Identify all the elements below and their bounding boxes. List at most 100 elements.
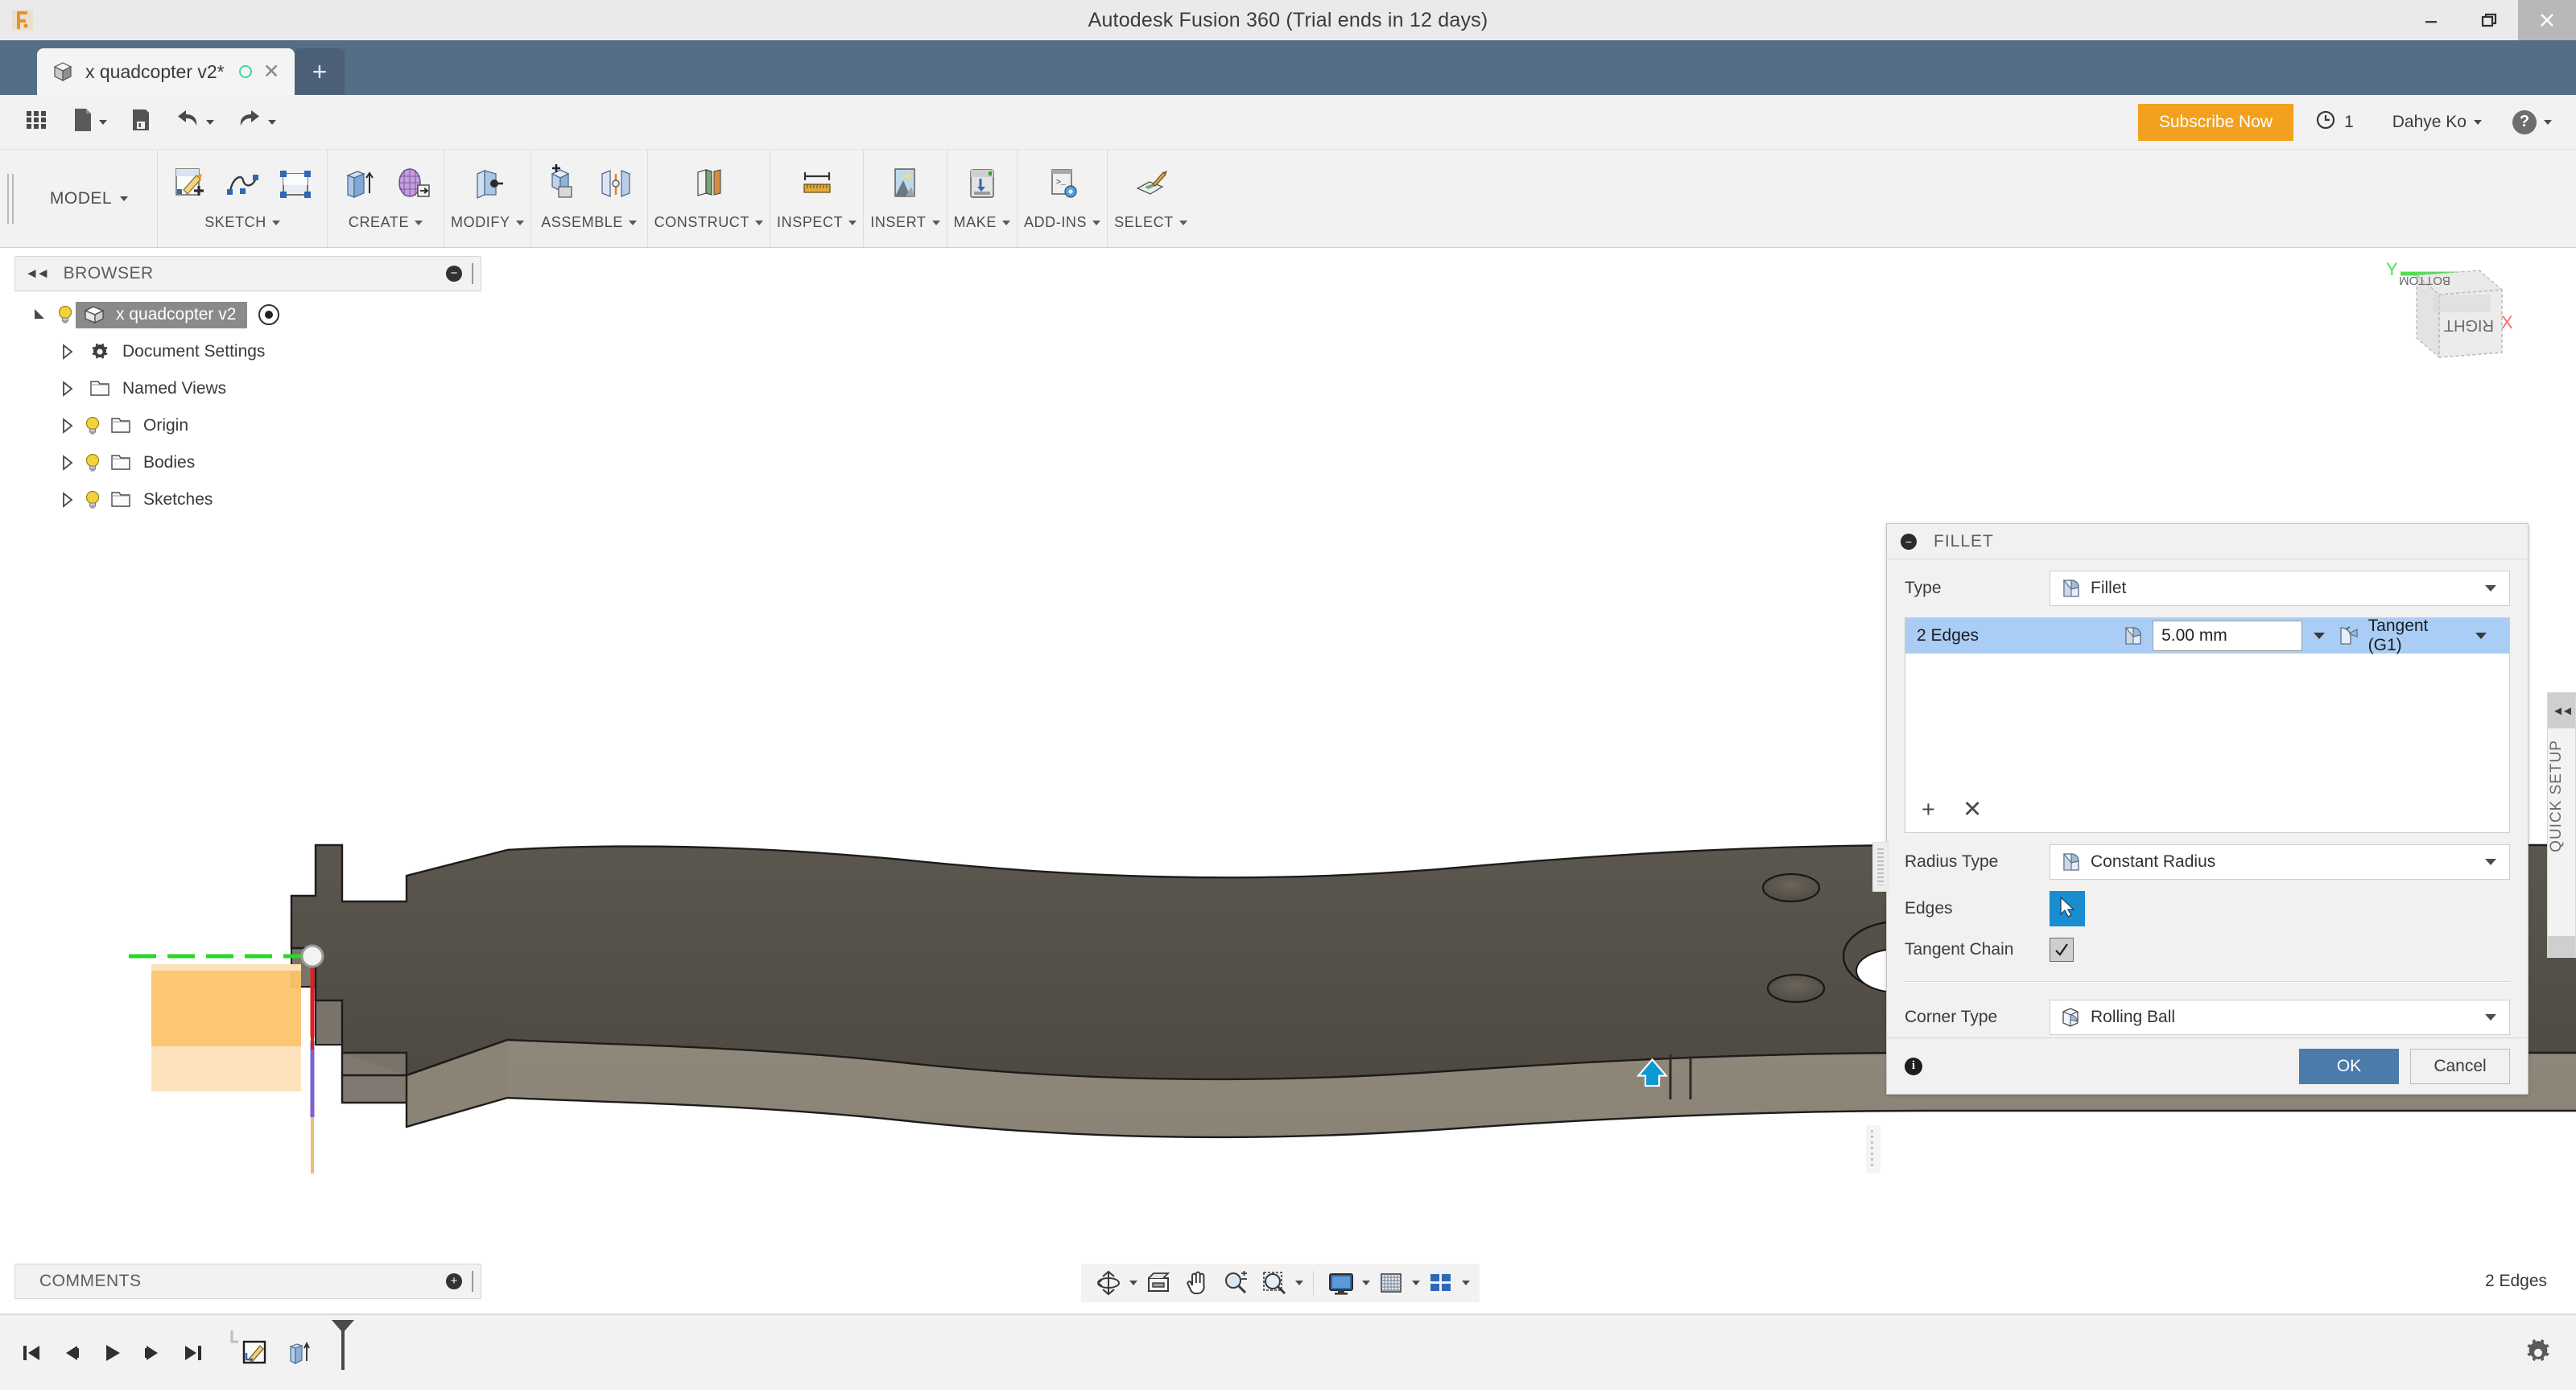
visibility-bulb-icon[interactable]	[82, 452, 103, 474]
radius-type-select[interactable]: Constant Radius	[2050, 844, 2510, 880]
measure-icon[interactable]	[792, 159, 842, 209]
ribbon-group-label-addins[interactable]: ADD-INS	[1024, 214, 1101, 234]
panel-resize-grip[interactable]	[472, 1271, 474, 1292]
fillet-selection-list[interactable]: 2 Edges 5.00 mm Tangent (G1) + ✕	[1905, 617, 2510, 833]
chevron-down-icon[interactable]	[1412, 1281, 1420, 1285]
info-icon[interactable]: i	[1905, 1057, 1922, 1075]
user-menu[interactable]: Dahye Ko	[2375, 113, 2500, 132]
select-paint-icon[interactable]	[1125, 159, 1175, 209]
subscribe-now-button[interactable]: Subscribe Now	[2137, 103, 2294, 141]
expand-arrow-icon[interactable]	[53, 343, 82, 361]
continuity-dropdown-chevron-icon[interactable]	[2475, 633, 2487, 639]
radius-dropdown-chevron-icon[interactable]	[2313, 633, 2325, 639]
display-icon[interactable]	[1323, 1267, 1359, 1299]
ribbon-group-label-assemble[interactable]: ASSEMBLE	[541, 214, 638, 234]
chevron-down-icon[interactable]	[1362, 1281, 1370, 1285]
visibility-bulb-icon[interactable]	[55, 303, 76, 326]
close-button[interactable]	[2518, 0, 2576, 40]
restore-button[interactable]	[2460, 0, 2518, 40]
tree-item-named-views[interactable]: Named Views	[14, 370, 481, 407]
chevron-down-icon[interactable]	[1462, 1281, 1470, 1285]
extrude-feature-icon[interactable]	[279, 1329, 319, 1377]
expand-arrow-icon[interactable]	[53, 417, 82, 435]
close-icon[interactable]: ✕	[263, 61, 280, 82]
step-back-icon[interactable]	[52, 1329, 92, 1377]
scripts-addins-icon[interactable]: >_	[1038, 159, 1088, 209]
ok-button[interactable]: OK	[2299, 1048, 2399, 1084]
ribbon-group-label-inspect[interactable]: INSPECT	[777, 214, 857, 234]
minus-circle-icon[interactable]: −	[1901, 533, 1917, 550]
fillet-selection-row[interactable]: 2 Edges 5.00 mm Tangent (G1)	[1905, 617, 2509, 654]
cancel-button[interactable]: Cancel	[2410, 1048, 2510, 1084]
redo-button[interactable]	[227, 101, 284, 144]
tree-item-bodies[interactable]: Bodies	[14, 444, 481, 481]
tree-item-root[interactable]: x quadcopter v2	[14, 296, 481, 333]
rectangle-icon[interactable]	[270, 159, 320, 209]
skip-end-icon[interactable]	[172, 1329, 213, 1377]
tree-item-sketches[interactable]: Sketches	[14, 481, 481, 518]
timeline-marker-icon[interactable]	[319, 1317, 367, 1389]
undo-button[interactable]	[165, 101, 222, 144]
orbit-icon[interactable]	[1091, 1267, 1126, 1299]
minimize-button[interactable]	[2402, 0, 2460, 40]
new-component-icon[interactable]	[538, 159, 588, 209]
ribbon-group-label-create[interactable]: CREATE	[349, 214, 423, 234]
dialog-drag-handle[interactable]	[1866, 1125, 1880, 1173]
sketch-feature-icon[interactable]	[235, 1329, 275, 1377]
fillet-radius-input[interactable]: 5.00 mm	[2153, 621, 2302, 651]
dialog-resize-grip[interactable]	[1872, 842, 1889, 892]
spline-icon[interactable]	[217, 159, 267, 209]
minus-circle-icon[interactable]: −	[446, 266, 462, 282]
show-data-panel-button[interactable]	[14, 101, 58, 144]
expand-arrow-expanded-icon[interactable]	[26, 306, 55, 324]
skip-start-icon[interactable]	[11, 1329, 52, 1377]
expand-arrow-icon[interactable]	[53, 454, 82, 472]
play-icon[interactable]	[92, 1329, 132, 1377]
ribbon-group-label-modify[interactable]: MODIFY	[451, 214, 524, 234]
chevron-down-icon[interactable]	[2485, 585, 2496, 592]
document-tab[interactable]: x quadcopter v2* ✕	[37, 48, 295, 95]
add-selection-icon[interactable]: +	[1922, 798, 1935, 822]
create-sketch-icon[interactable]	[164, 159, 214, 209]
ribbon-group-label-sketch[interactable]: SKETCH	[204, 214, 280, 234]
view-cube[interactable]: Y X BOTTOM RIGHT	[2383, 248, 2576, 409]
viewports-icon[interactable]	[1423, 1267, 1459, 1299]
double-chevron-left-icon[interactable]: ◄◄	[2548, 693, 2575, 728]
fillet-dialog[interactable]: − FILLET Type Fillet 2 Edges 5.00 mm Tan…	[1872, 523, 2529, 1095]
fillet-type-select[interactable]: Fillet	[2050, 571, 2510, 606]
help-menu[interactable]: ?	[2500, 109, 2565, 134]
press-pull-icon[interactable]	[462, 159, 512, 209]
3d-print-icon[interactable]	[957, 159, 1007, 209]
pan-hand-icon[interactable]	[1179, 1267, 1215, 1299]
expand-arrow-icon[interactable]	[53, 491, 82, 509]
chevron-down-icon[interactable]	[2485, 1014, 2496, 1021]
new-tab-button[interactable]: +	[295, 48, 345, 95]
file-menu-button[interactable]	[63, 101, 115, 144]
joint-icon[interactable]	[591, 159, 641, 209]
zoom-icon[interactable]	[1218, 1267, 1253, 1299]
activate-component-radio[interactable]	[258, 304, 280, 325]
select-edges-button[interactable]	[2050, 891, 2085, 926]
corner-type-select[interactable]: Rolling Ball	[2050, 1000, 2510, 1035]
expand-arrow-icon[interactable]	[53, 380, 82, 398]
visibility-bulb-icon[interactable]	[82, 489, 103, 511]
chevron-down-icon[interactable]	[1129, 1281, 1137, 1285]
quick-setup-panel[interactable]: ◄◄ QUICK SETUP	[2547, 692, 2576, 958]
tree-item-document-settings[interactable]: Document Settings	[14, 333, 481, 370]
form-icon[interactable]	[387, 159, 437, 209]
comments-panel-header[interactable]: COMMENTS +	[14, 1264, 481, 1299]
remove-selection-icon[interactable]: ✕	[1963, 798, 1982, 822]
chevron-down-icon[interactable]	[2485, 859, 2496, 865]
chevron-down-icon[interactable]	[1295, 1281, 1303, 1285]
step-forward-icon[interactable]	[132, 1329, 172, 1377]
ribbon-group-label-select[interactable]: SELECT	[1114, 214, 1187, 234]
workspace-selector[interactable]: MODEL	[21, 150, 158, 247]
visibility-bulb-icon[interactable]	[82, 415, 103, 437]
zoom-window-icon[interactable]	[1257, 1267, 1292, 1299]
ribbon-group-label-construct[interactable]: CONSTRUCT	[654, 214, 764, 234]
grid-snap-icon[interactable]	[1373, 1267, 1409, 1299]
tree-item-origin[interactable]: Origin	[14, 407, 481, 444]
look-at-icon[interactable]	[1141, 1267, 1176, 1299]
job-status[interactable]: 1	[2293, 109, 2375, 136]
offset-plane-icon[interactable]	[683, 159, 733, 209]
